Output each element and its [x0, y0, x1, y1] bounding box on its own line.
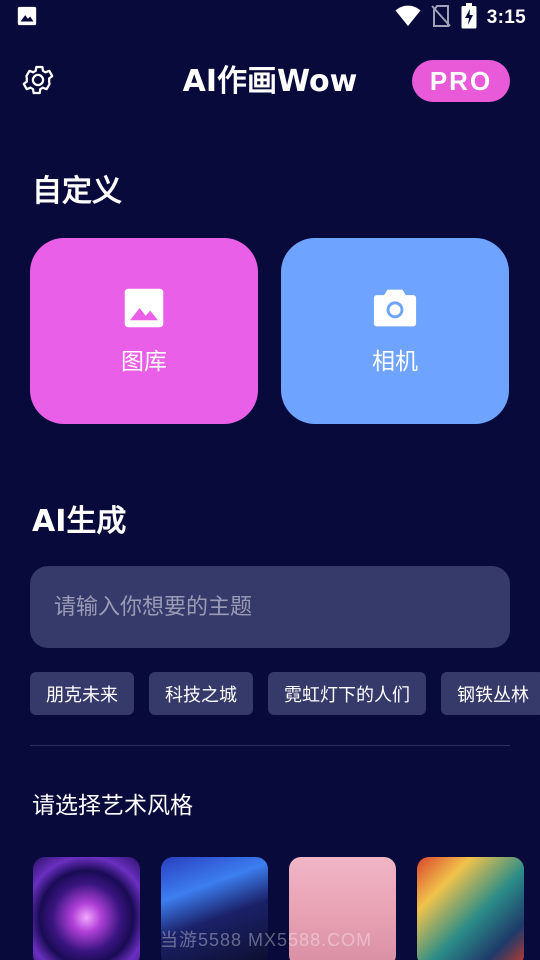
prompt-input-container	[30, 566, 510, 648]
camera-icon	[373, 286, 417, 330]
watermark: 当游5588 MX5588.COM	[160, 930, 373, 950]
image-icon	[122, 286, 166, 330]
section-divider	[30, 745, 510, 746]
custom-section-title: 自定义	[32, 174, 122, 209]
app-header: AI作画Wow PRO	[0, 56, 540, 108]
wifi-icon	[395, 5, 421, 31]
battery-charging-icon	[461, 3, 477, 33]
no-sim-icon	[431, 4, 451, 32]
suggestion-chip[interactable]: 霓虹灯下的人们	[268, 672, 426, 715]
suggestion-chips: 朋克未来 科技之城 霓虹灯下的人们 钢铁丛林	[30, 672, 540, 716]
prompt-input[interactable]	[54, 594, 486, 620]
camera-button[interactable]: 相机	[281, 238, 509, 424]
suggestion-chip[interactable]: 科技之城	[149, 672, 253, 715]
camera-label: 相机	[372, 349, 418, 375]
style-thumbnail-1[interactable]	[33, 857, 140, 960]
suggestion-chip[interactable]: 朋克未来	[30, 672, 134, 715]
image-notification-icon	[16, 5, 38, 31]
status-time: 3:15	[486, 7, 526, 28]
style-thumbnail-4[interactable]	[417, 857, 524, 960]
gallery-button[interactable]: 图库	[30, 238, 258, 424]
ai-section-title: AI生成	[32, 504, 127, 539]
style-section-title: 请选择艺术风格	[32, 793, 193, 819]
gallery-label: 图库	[121, 349, 167, 375]
suggestion-chip[interactable]: 钢铁丛林	[441, 672, 540, 715]
status-bar: 3:15	[0, 0, 540, 36]
pro-button[interactable]: PRO	[412, 60, 510, 102]
